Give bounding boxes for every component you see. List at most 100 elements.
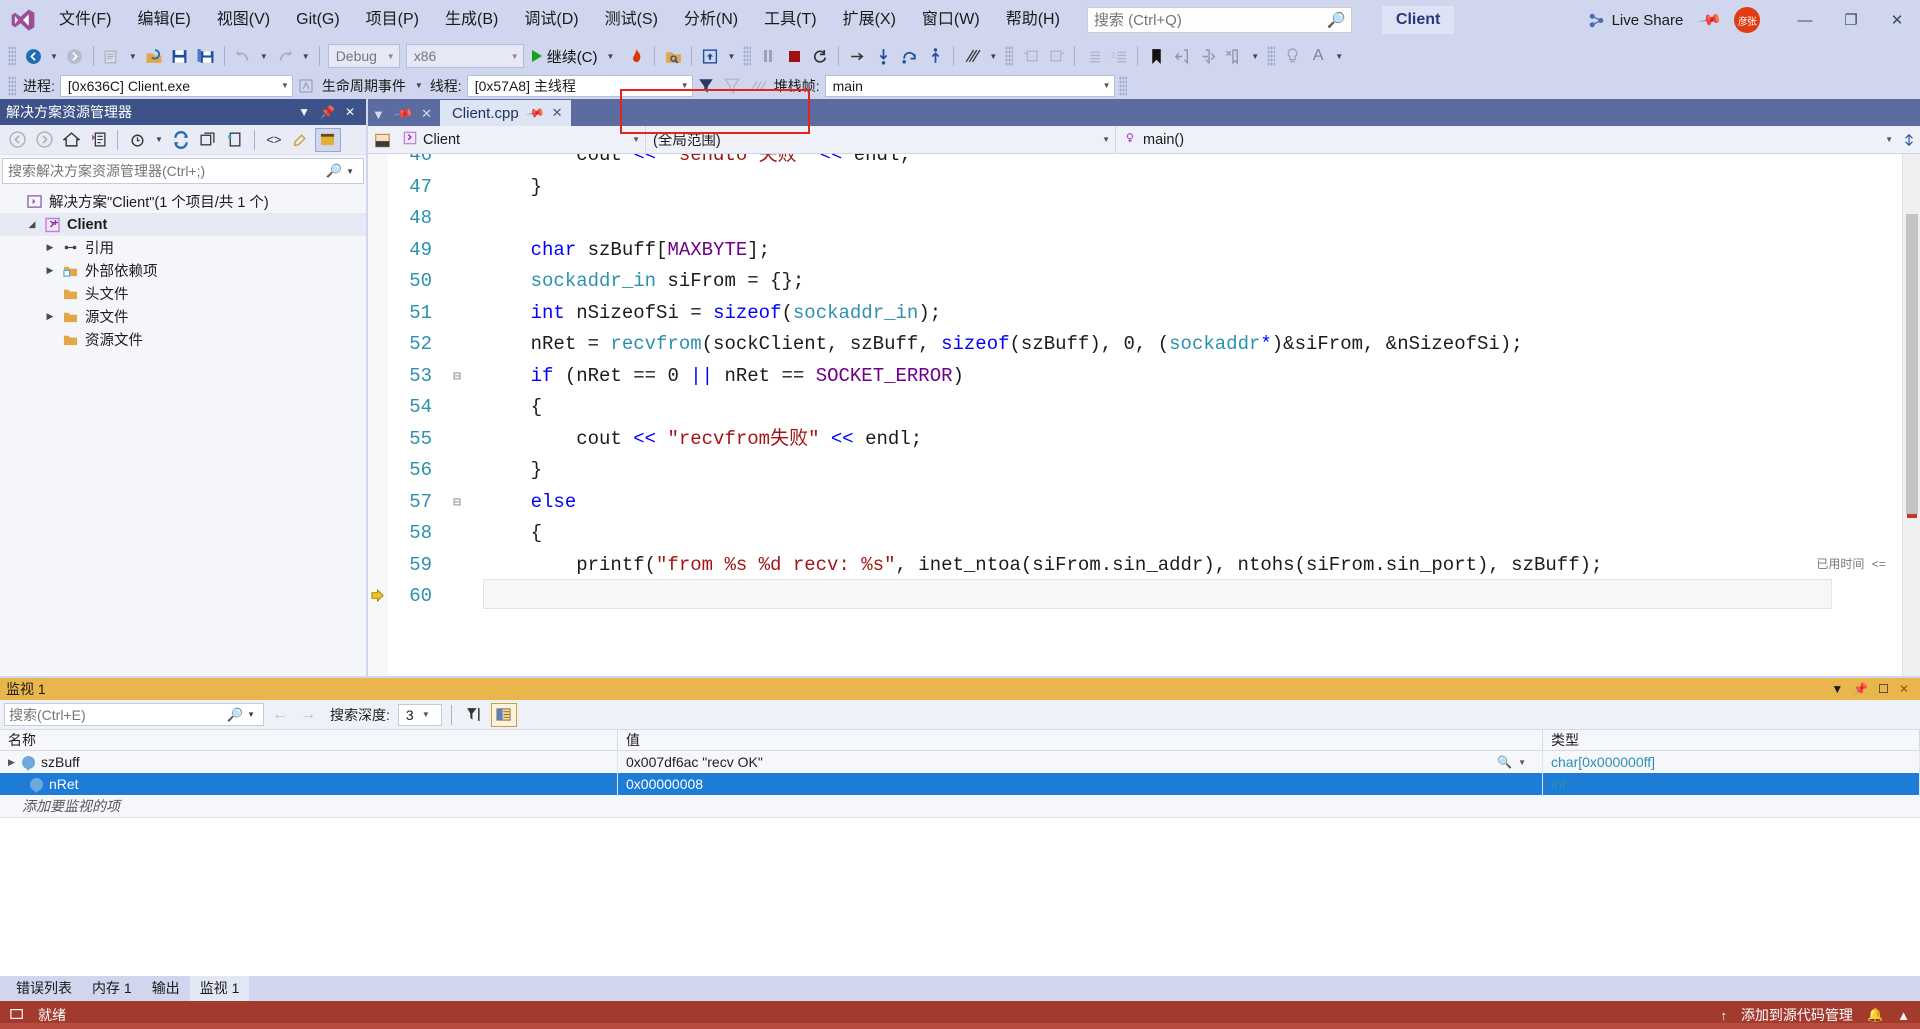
pin-icon[interactable]: 📌 (1848, 682, 1873, 696)
menu-edit[interactable]: 编辑(E) (124, 0, 203, 40)
glyph-margin[interactable] (368, 154, 388, 676)
expand-twisty-icon[interactable]: ▶ (8, 757, 22, 768)
editor-tab-client-cpp[interactable]: Client.cpp 📌 ✕ (439, 100, 571, 126)
nav-member-combo[interactable]: main() ▼ (1116, 126, 1898, 154)
column-header-value[interactable]: 值 (618, 730, 1543, 750)
lifecycle-events-button[interactable] (293, 73, 319, 99)
show-all-files-button[interactable]: <> (261, 128, 287, 152)
tabstrip-pin-icon[interactable]: 📌 (392, 103, 414, 125)
watch-row-szbuff[interactable]: ▶ szBuff 0x007df6ac "recv OK" 🔍 ▼ char[0… (0, 751, 1920, 773)
nav-scope-combo[interactable]: (全局范围) ▼ (646, 125, 1116, 154)
continue-caret-icon[interactable]: ▼ (603, 52, 619, 61)
menu-build[interactable]: 生成(B) (432, 0, 511, 40)
menu-window[interactable]: 窗口(W) (909, 0, 993, 40)
pending-changes-caret-icon[interactable]: ▼ (151, 135, 167, 144)
menu-project[interactable]: 项目(P) (353, 0, 432, 40)
search-previous-icon[interactable]: ← (268, 706, 292, 724)
break-all-button[interactable] (697, 43, 723, 69)
tab-close-icon[interactable]: ✕ (552, 105, 563, 121)
home-button[interactable] (58, 128, 84, 152)
toolbar-grip-4[interactable] (1267, 46, 1276, 66)
tree-twisty[interactable]: ▶ (40, 265, 60, 276)
toggle-diff-caret-icon[interactable]: ▼ (985, 52, 1001, 61)
fold-column[interactable]: ⊟ (446, 361, 468, 393)
switch-views-button[interactable] (85, 128, 111, 152)
chevron-down-icon[interactable]: ▼ (293, 105, 315, 119)
solution-platform-combo[interactable]: x86 ▼ (405, 44, 524, 68)
float-icon[interactable]: ☐ (1873, 682, 1894, 696)
close-button[interactable]: ✕ (1874, 0, 1920, 40)
fold-column[interactable]: ⊟ (446, 487, 468, 519)
pause-button[interactable] (755, 43, 781, 69)
tree-twisty[interactable]: ◢ (22, 219, 42, 230)
watch-name-cell[interactable]: ▶ szBuff (0, 751, 618, 773)
toolbar-grip[interactable] (8, 46, 16, 66)
step-over-button[interactable] (896, 43, 922, 69)
bookmarks-caret-icon[interactable]: ▼ (1247, 52, 1263, 61)
watch-value-cell[interactable]: 0x007df6ac "recv OK" 🔍 ▼ (618, 751, 1543, 773)
search-options-caret-icon[interactable]: ▼ (342, 167, 358, 176)
column-header-type[interactable]: 类型 (1543, 730, 1920, 750)
tab-watch-1[interactable]: 监视 1 (189, 976, 250, 1001)
lifecycle-caret-icon[interactable]: ▼ (411, 81, 427, 90)
debugbar-grip[interactable] (8, 75, 16, 96)
code-line[interactable]: 57 ⊟ else (388, 487, 1902, 519)
code-line[interactable]: 47 } (388, 172, 1902, 204)
tab-output[interactable]: 输出 (142, 976, 190, 1001)
menu-analyze[interactable]: 分析(N) (671, 0, 751, 40)
code-lines[interactable]: 46 cout << "sendto 失败" << endl; 47 } 48 (388, 154, 1902, 676)
refresh-button[interactable] (168, 128, 194, 152)
tree-twisty[interactable]: ▶ (40, 242, 60, 253)
flag-thread-button[interactable] (693, 73, 719, 99)
code-line[interactable]: 55 cout << "recvfrom失败" << endl; (388, 424, 1902, 456)
open-file-button[interactable] (141, 43, 167, 69)
navigate-backward-caret-icon[interactable]: ▼ (46, 52, 62, 61)
minimize-button[interactable]: — (1782, 0, 1828, 40)
avatar[interactable]: 彦张 (1734, 7, 1760, 33)
properties-button[interactable] (222, 128, 248, 152)
hot-reload-button[interactable] (623, 43, 649, 69)
quick-launch-search[interactable]: 🔍 (1086, 7, 1352, 33)
pin-icon[interactable]: 📌 (315, 105, 340, 119)
toolbar-grip-2[interactable] (743, 46, 752, 66)
code-line[interactable]: 52 nRet = recvfrom(sockClient, szBuff, s… (388, 329, 1902, 361)
tree-twisty[interactable]: ▶ (40, 311, 60, 322)
toolbar-grip-3[interactable] (1005, 46, 1014, 66)
tree-item-external-dependencies[interactable]: ▶ 外部依赖项 (0, 259, 366, 282)
menu-help[interactable]: 帮助(H) (993, 0, 1073, 40)
watch-search-input[interactable] (9, 706, 227, 723)
quick-launch-input[interactable] (1093, 11, 1327, 29)
code-editor[interactable]: 46 cout << "sendto 失败" << endl; 47 } 48 (368, 154, 1920, 676)
solution-config-combo[interactable]: Debug ▼ (327, 44, 400, 68)
search-depth-combo[interactable]: 3 ▼ (397, 703, 442, 726)
notifications-icon[interactable]: 🔔 (1867, 1007, 1883, 1023)
tree-item-client-project[interactable]: ◢ Client (0, 213, 366, 236)
code-line[interactable]: 53 ⊟ if (nRet == 0 || nRet == SOCKET_ERR… (388, 361, 1902, 393)
live-share-button[interactable]: Live Share (1588, 12, 1683, 29)
restart-button[interactable] (807, 43, 833, 69)
show-columns-button[interactable] (490, 702, 517, 727)
upload-icon[interactable]: ↑ (1720, 1008, 1727, 1023)
step-into-button[interactable] (870, 43, 896, 69)
step-out-button[interactable] (922, 43, 948, 69)
code-line[interactable]: 58 { (388, 518, 1902, 550)
pending-changes-button[interactable] (124, 128, 150, 152)
show-next-statement-button[interactable] (844, 43, 870, 69)
code-line[interactable]: 50 sockaddr_in siFrom = {}; (388, 266, 1902, 298)
code-line-current[interactable]: 59 printf("from %s %d recv: %s", inet_nt… (388, 550, 1902, 582)
solution-explorer-search[interactable]: 🔍 ▼ (2, 158, 364, 184)
column-header-name[interactable]: 名称 (0, 730, 618, 750)
nav-project-combo[interactable]: Client ▼ (396, 125, 646, 154)
watch-value-cell[interactable]: 0x00000008 (618, 773, 1543, 795)
code-line[interactable]: 46 cout << "sendto 失败" << endl; (388, 154, 1902, 172)
menu-debug[interactable]: 调试(D) (511, 0, 591, 40)
nav-expand-icon[interactable] (1898, 133, 1920, 147)
save-all-button[interactable] (193, 43, 219, 69)
editor-vertical-scrollbar[interactable] (1902, 154, 1920, 676)
menu-view[interactable]: 视图(V) (204, 0, 283, 40)
feedback-icon[interactable]: ▲ (1897, 1008, 1910, 1023)
tab-pin-icon[interactable]: 📌 (525, 103, 545, 123)
magnifier-icon[interactable]: 🔍 (1497, 755, 1512, 769)
redo-caret-icon[interactable]: ▼ (298, 52, 314, 61)
navigate-backward-button[interactable] (20, 43, 46, 69)
